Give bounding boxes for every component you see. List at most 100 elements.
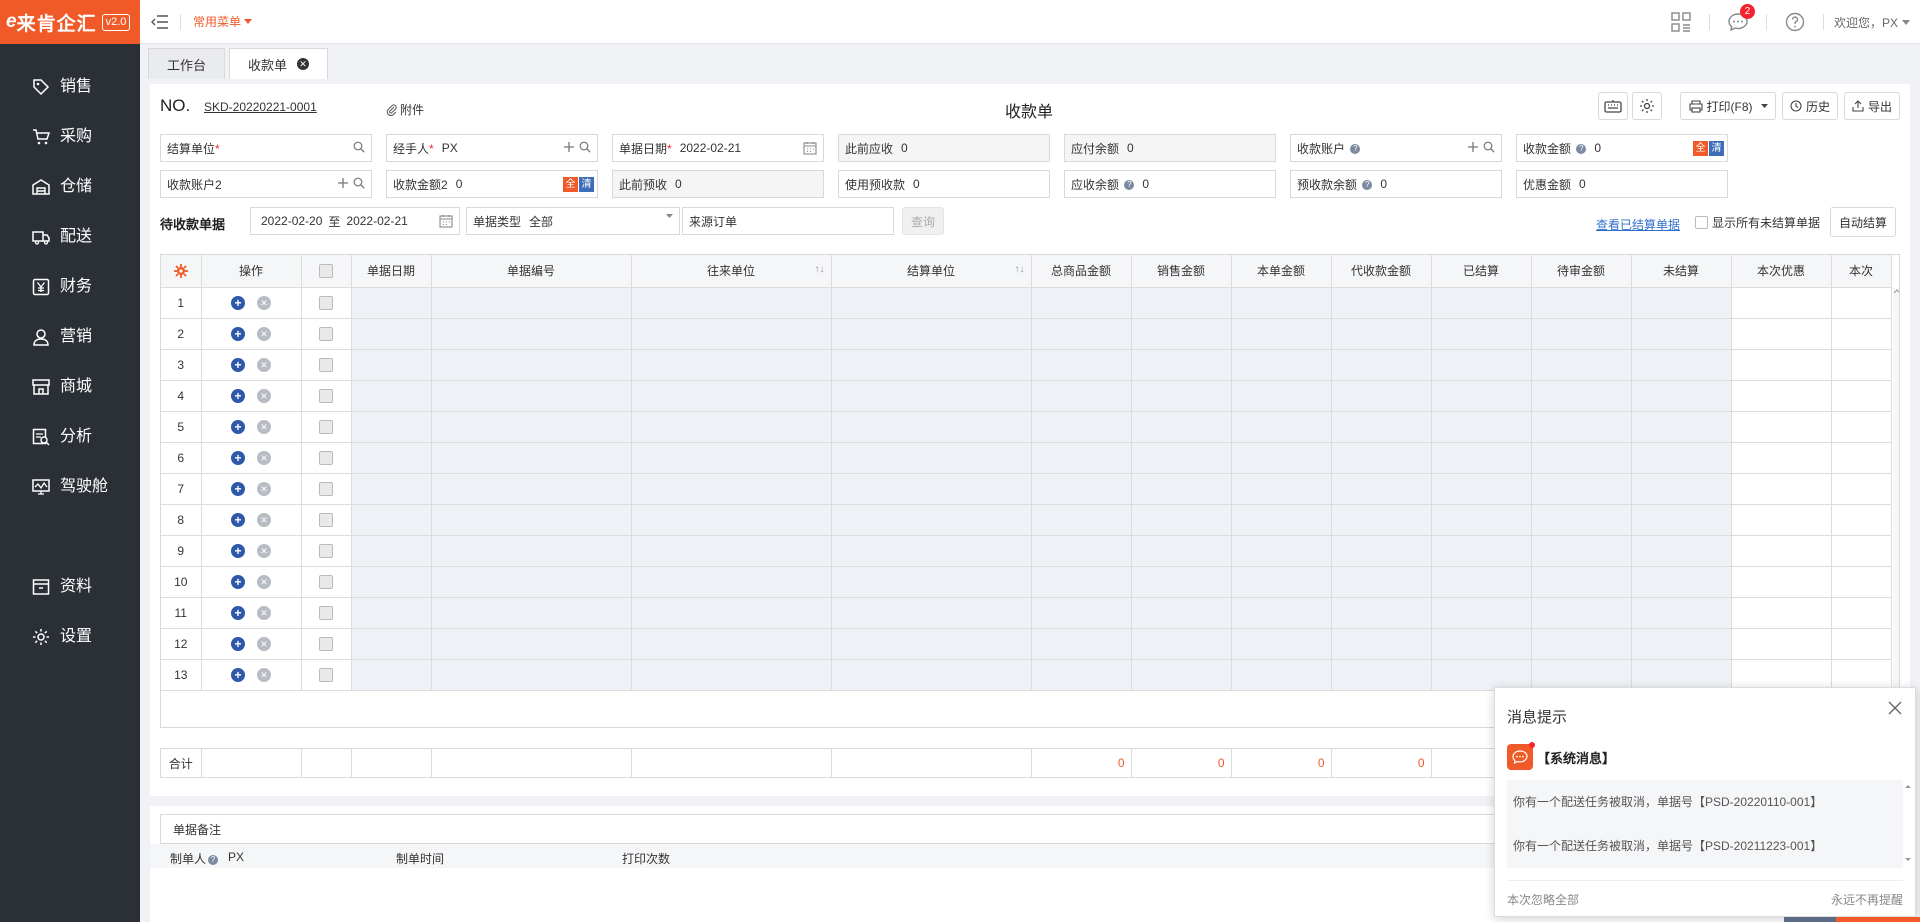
row-checkbox[interactable] — [319, 667, 333, 682]
bill-type-select[interactable]: 单据类型 全部 — [466, 207, 680, 235]
table-cell-editable[interactable] — [1731, 535, 1832, 567]
add-row-icon[interactable]: + — [231, 636, 245, 651]
help-icon[interactable]: ? — [1576, 144, 1587, 155]
table-cell-editable[interactable] — [1731, 566, 1832, 598]
table-cell-editable[interactable] — [1831, 349, 1892, 381]
help-button[interactable] — [1773, 0, 1817, 44]
view-settled-link[interactable]: 查看已结算单据 — [1596, 216, 1680, 233]
form-field-0-3[interactable]: 此前应收 0 — [838, 134, 1050, 162]
row-checkbox[interactable] — [319, 512, 333, 527]
add-row-icon[interactable]: + — [231, 512, 245, 527]
row-checkbox[interactable] — [319, 605, 333, 620]
form-field-1-3[interactable]: 使用预收款 0 — [838, 170, 1050, 198]
table-cell-editable[interactable] — [1731, 411, 1832, 443]
table-cell-editable[interactable] — [1731, 473, 1832, 505]
row-checkbox[interactable] — [319, 574, 333, 589]
column-header[interactable]: 结算单位 ↑↓ — [831, 255, 1032, 288]
table-cell-editable[interactable] — [1831, 287, 1892, 319]
table-cell-editable[interactable] — [1831, 442, 1892, 474]
table-cell-editable[interactable] — [1731, 318, 1832, 350]
table-cell-editable[interactable] — [1831, 566, 1892, 598]
sidebar-item-1[interactable]: 采购 — [0, 112, 140, 162]
help-icon[interactable]: ? — [1362, 180, 1373, 191]
message-item[interactable]: 你有一个配送任务被取消，单据号【PSD-20220110-001】 — [1507, 780, 1903, 824]
add-row-icon[interactable]: + — [231, 667, 245, 682]
doc-no-value[interactable]: SKD-20220221-0001 — [204, 100, 317, 114]
tab-close-icon[interactable]: ✕ — [297, 58, 310, 70]
help-icon[interactable]: ? — [1350, 144, 1361, 155]
add-row-icon[interactable]: + — [231, 419, 245, 434]
clear-button[interactable]: 清 — [1709, 141, 1724, 156]
popup-close-button[interactable] — [1887, 700, 1905, 718]
table-cell-editable[interactable] — [1731, 349, 1832, 381]
form-field-0-0[interactable]: 结算单位* — [160, 134, 372, 162]
sidebar-item-2[interactable]: 仓储 — [0, 162, 140, 212]
table-cell-editable[interactable] — [1831, 659, 1892, 691]
tab-1[interactable]: 收款单 ✕ — [229, 48, 329, 79]
row-checkbox[interactable] — [319, 481, 333, 496]
sidebar-item-8[interactable]: 驾驶舱 — [0, 462, 140, 512]
delete-row-icon[interactable]: ✕ — [257, 357, 271, 372]
delete-row-icon[interactable]: ✕ — [257, 419, 271, 434]
table-cell-editable[interactable] — [1831, 504, 1892, 536]
ignore-all-button[interactable]: 本次忽略全部 — [1507, 891, 1579, 908]
form-field-0-2[interactable]: 单据日期* 2022-02-21 — [612, 134, 824, 162]
message-item[interactable]: 你有一个配送任务被取消，单据号【PSD-20211223-001】 — [1507, 824, 1903, 868]
messages-button[interactable]: 2 — [1716, 0, 1760, 44]
delete-row-icon[interactable]: ✕ — [257, 605, 271, 620]
show-unsettled-toggle[interactable]: 显示所有未结算单据 — [1695, 214, 1820, 231]
form-field-1-1[interactable]: 收款金额2 0 全清 — [386, 170, 598, 198]
add-row-icon[interactable]: + — [231, 450, 245, 465]
add-row-icon[interactable]: + — [231, 481, 245, 496]
help-icon[interactable]: ? — [1124, 180, 1135, 191]
delete-row-icon[interactable]: ✕ — [257, 512, 271, 527]
fill-all-button[interactable]: 全 — [1693, 141, 1708, 156]
delete-row-icon[interactable]: ✕ — [257, 667, 271, 682]
source-order-input[interactable]: 来源订单 — [682, 207, 894, 235]
add-row-icon[interactable]: + — [231, 605, 245, 620]
sidebar-item-7[interactable]: 分析 — [0, 412, 140, 462]
add-row-icon[interactable]: + — [231, 388, 245, 403]
delete-row-icon[interactable]: ✕ — [257, 636, 271, 651]
delete-row-icon[interactable]: ✕ — [257, 388, 271, 403]
table-cell-editable[interactable] — [1731, 628, 1832, 660]
form-field-0-5[interactable]: 收款账户 ? — [1290, 134, 1502, 162]
clear-button[interactable]: 清 — [579, 177, 594, 192]
row-checkbox[interactable] — [319, 419, 333, 434]
add-row-icon[interactable]: + — [231, 543, 245, 558]
remark-input[interactable]: 单据备注 — [160, 814, 1650, 844]
sidebar-item-11[interactable]: 设置 — [0, 612, 140, 662]
add-row-icon[interactable]: + — [231, 574, 245, 589]
row-checkbox[interactable] — [319, 388, 333, 403]
form-field-0-1[interactable]: 经手人* PX — [386, 134, 598, 162]
form-field-1-6[interactable]: 优惠金额 0 — [1516, 170, 1728, 198]
never-remind-button[interactable]: 永远不再提醒 — [1831, 891, 1903, 908]
form-field-1-4[interactable]: 应收余额 ? 0 — [1064, 170, 1276, 198]
table-cell-editable[interactable] — [1831, 628, 1892, 660]
keyboard-button[interactable] — [1598, 92, 1628, 120]
delete-row-icon[interactable]: ✕ — [257, 450, 271, 465]
add-row-icon[interactable]: + — [231, 357, 245, 372]
form-field-0-6[interactable]: 收款金额 ? 0 全清 — [1516, 134, 1728, 162]
row-checkbox[interactable] — [319, 450, 333, 465]
export-button[interactable]: 导出 — [1844, 92, 1900, 120]
select-all-header[interactable] — [301, 255, 352, 288]
print-button[interactable]: 打印(F8) — [1680, 92, 1776, 120]
show-unsettled-checkbox[interactable] — [1695, 216, 1708, 229]
form-field-1-0[interactable]: 收款账户2 — [160, 170, 372, 198]
apps-grid-button[interactable] — [1659, 0, 1703, 44]
table-cell-editable[interactable] — [1831, 473, 1892, 505]
sidebar-item-3[interactable]: 配送 — [0, 212, 140, 262]
sidebar-item-0[interactable]: 销售 — [0, 62, 140, 112]
date-range-picker[interactable]: 2022-02-20 至 2022-02-21 — [250, 207, 460, 235]
sidebar-item-4[interactable]: 财务 — [0, 262, 140, 312]
delete-row-icon[interactable]: ✕ — [257, 326, 271, 341]
form-field-0-4[interactable]: 应付余额 0 — [1064, 134, 1276, 162]
delete-row-icon[interactable]: ✕ — [257, 481, 271, 496]
sort-icon[interactable]: ↑↓ — [815, 264, 825, 275]
common-menu-dropdown[interactable]: 常用菜单 — [193, 13, 253, 30]
logo[interactable]: e 来肯企汇 v2.0 — [0, 0, 140, 44]
row-checkbox[interactable] — [319, 543, 333, 558]
table-cell-editable[interactable] — [1731, 597, 1832, 629]
delete-row-icon[interactable]: ✕ — [257, 295, 271, 310]
